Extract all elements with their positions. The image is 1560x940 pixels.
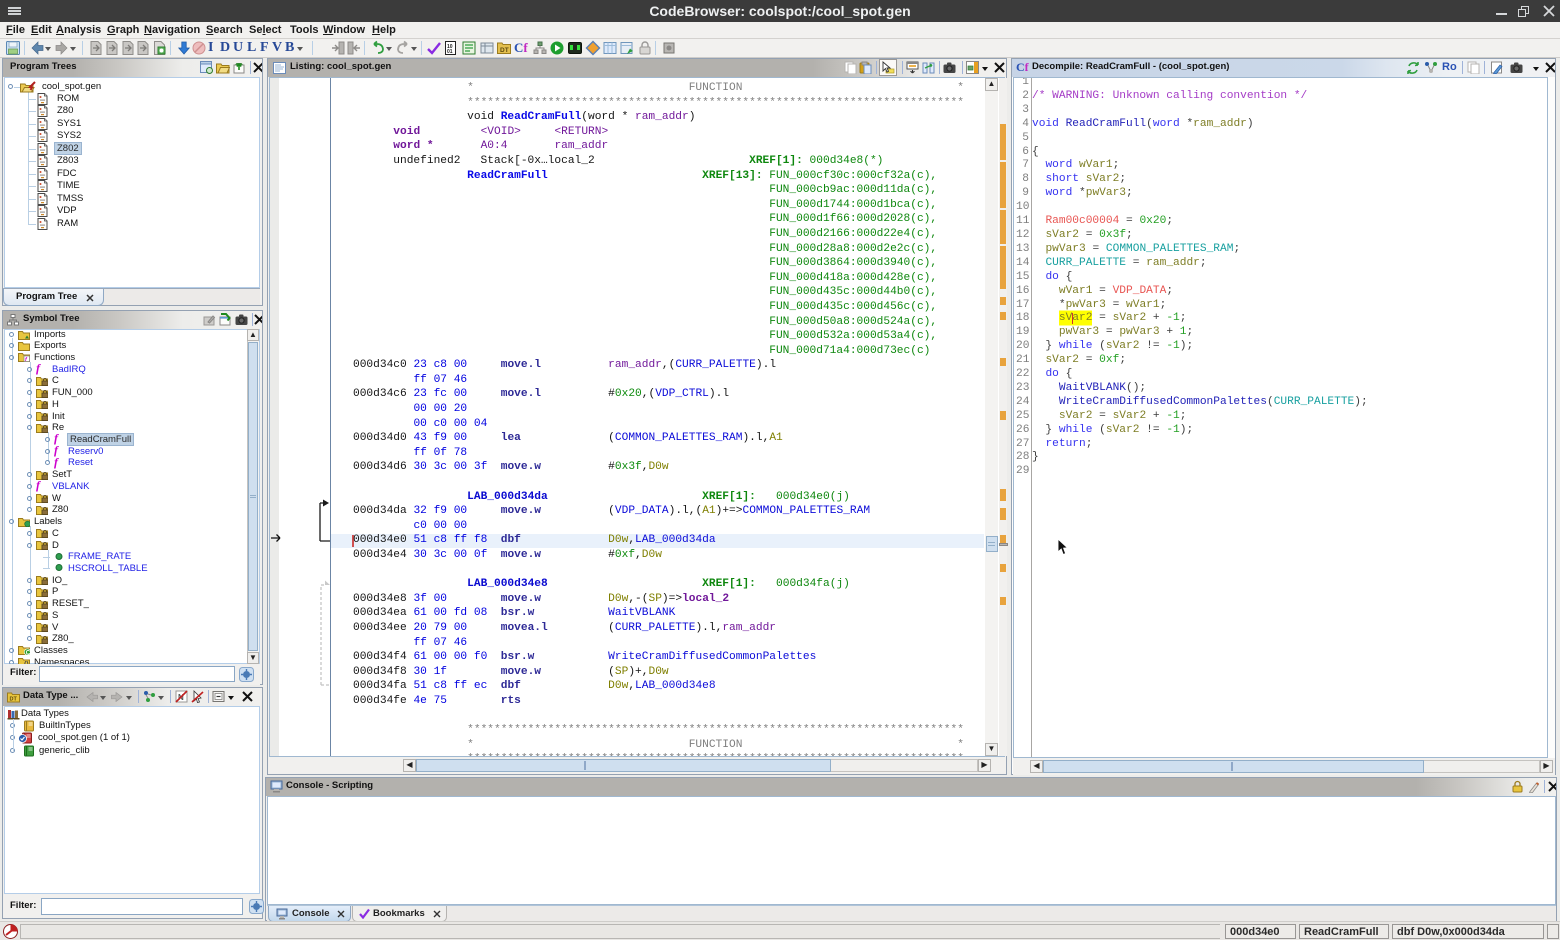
svg-text:DT: DT	[10, 697, 18, 703]
svg-text:DT: DT	[500, 47, 509, 54]
svg-text:01: 01	[447, 49, 453, 55]
svg-text:C: C	[26, 650, 30, 655]
